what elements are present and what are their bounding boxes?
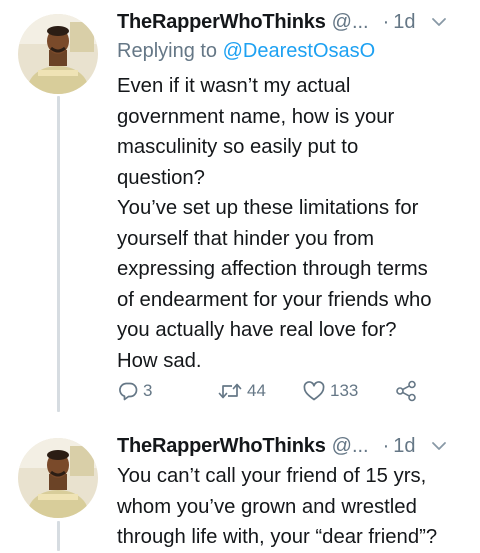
timestamp[interactable]: 1d — [393, 11, 415, 34]
retweet-count: 44 — [247, 381, 266, 400]
tweet-actions: 3 44 133 — [117, 377, 418, 405]
author-name[interactable]: TheRapperWhoThinks — [117, 11, 326, 34]
like-count: 133 — [330, 381, 359, 400]
avatar[interactable] — [18, 438, 98, 518]
replying-to-label: Replying to — [117, 40, 218, 62]
reply-button[interactable]: 3 — [117, 380, 217, 402]
separator-dot: · — [382, 10, 390, 33]
chevron-down-icon[interactable] — [430, 13, 448, 31]
tweet-text: Even if it wasn’t my actual government n… — [117, 75, 432, 372]
tweet[interactable]: TheRapperWhoThinks @... · 1d You can’t c… — [0, 424, 480, 548]
tweet-header: TheRapperWhoThinks @... · 1d — [117, 433, 466, 459]
avatar[interactable] — [18, 14, 98, 94]
reply-icon — [119, 382, 138, 401]
share-button[interactable] — [394, 380, 418, 402]
author-handle[interactable]: @... — [332, 11, 369, 34]
tweet-header: TheRapperWhoThinks @... · 1d — [117, 9, 466, 35]
timestamp[interactable]: 1d — [393, 435, 415, 458]
retweet-icon — [218, 383, 242, 399]
replying-to-handle[interactable]: @DearestOsasO — [223, 40, 376, 62]
like-button[interactable]: 133 — [302, 380, 394, 402]
thread-line — [57, 96, 60, 412]
chevron-down-icon[interactable] — [430, 437, 448, 455]
reply-count: 3 — [143, 381, 153, 400]
replying-to: Replying to @DearestOsasO — [117, 40, 375, 63]
tweet-text: You can’t call your friend of 15 yrs, wh… — [117, 465, 438, 548]
retweet-button[interactable]: 44 — [217, 380, 302, 402]
author-name[interactable]: TheRapperWhoThinks — [117, 435, 326, 458]
author-handle[interactable]: @... — [332, 435, 369, 458]
separator-dot: · — [382, 434, 390, 457]
share-icon — [396, 380, 416, 402]
tweet[interactable]: TheRapperWhoThinks @... · 1d Replying to… — [0, 0, 480, 412]
heart-icon — [303, 381, 325, 401]
